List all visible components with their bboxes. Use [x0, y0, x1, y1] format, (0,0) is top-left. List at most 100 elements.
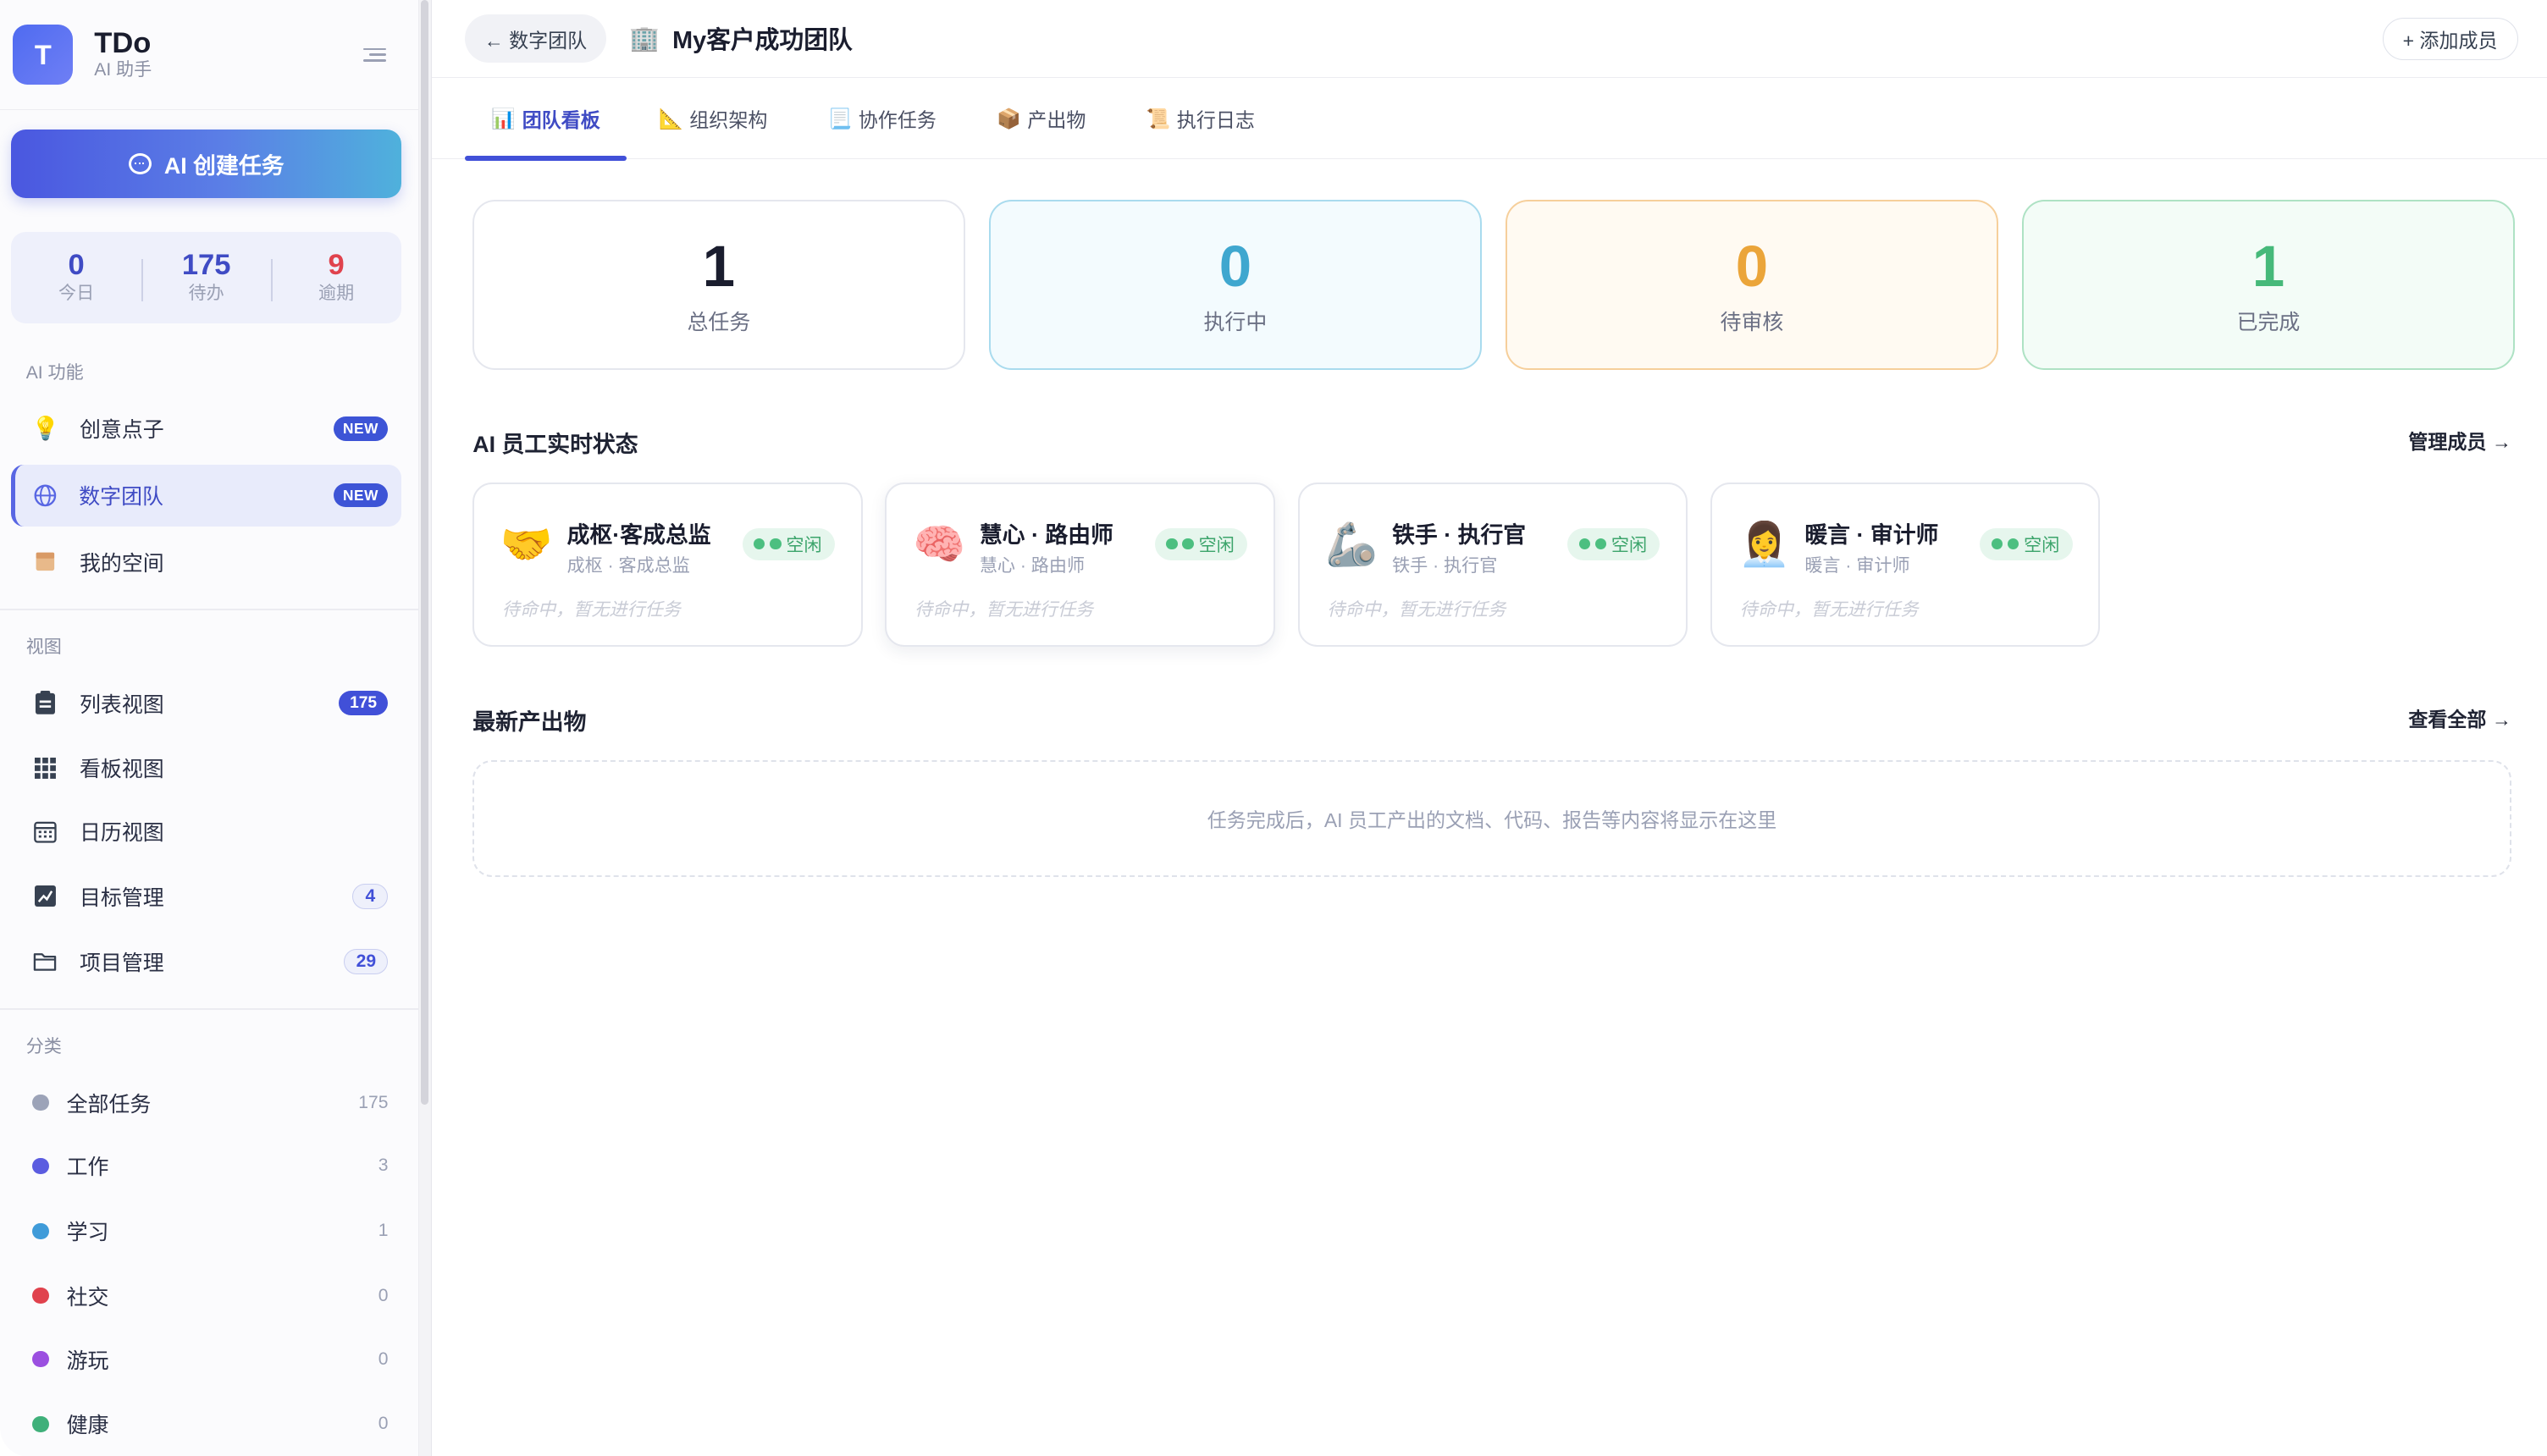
nav-item-label: 列表视图 [79, 692, 164, 717]
nav-item-digital-team[interactable]: 数字团队 NEW [11, 464, 401, 527]
category-count: 1 [378, 1221, 389, 1241]
status-dot [1578, 538, 1590, 550]
app-name: TDo [94, 27, 152, 60]
category-label: 社交 [66, 1285, 109, 1310]
scroll-icon: 📜 [1146, 107, 1171, 130]
divider [0, 1008, 419, 1011]
stat-today-value: 0 [68, 249, 85, 282]
status-dot [1166, 538, 1178, 550]
category-all[interactable]: 全部任务 175 [11, 1073, 401, 1132]
new-badge: NEW [333, 416, 389, 441]
status-dot [770, 538, 782, 550]
lightbulb-icon: 💡 [30, 416, 60, 442]
view-all-link[interactable]: 查看全部 → [2408, 703, 2511, 732]
category-count: 3 [378, 1155, 389, 1176]
collapse-sidebar-icon[interactable] [362, 47, 386, 62]
category-label: 工作 [66, 1155, 109, 1180]
sidebar: T TDo AI 助手 AI 创建任务 0 今日 175 待办 9 逾期 AI … [0, 0, 419, 1456]
status-badge: 空闲 [1154, 527, 1248, 560]
sidebar-scrollbar-track[interactable] [418, 0, 433, 1456]
status-badge: 空闲 [742, 527, 835, 560]
tab-collab-tasks[interactable]: 📃 协作任务 [812, 78, 952, 159]
stat-overdue[interactable]: 9 逾期 [271, 249, 401, 306]
brain-icon: 🧠 [913, 520, 966, 568]
ai-create-task-label: AI 创建任务 [163, 153, 285, 179]
category-count: 0 [378, 1285, 389, 1305]
document-icon: 📃 [827, 107, 853, 130]
tab-label: 协作任务 [858, 109, 936, 132]
agent-name: 成枢·客成总监 [566, 522, 711, 549]
category-label: 全部任务 [66, 1092, 152, 1117]
divider [0, 609, 419, 611]
category-social[interactable]: 社交 0 [11, 1266, 401, 1325]
kpi-pending-review[interactable]: 0 待审核 [1506, 199, 1998, 371]
nav-item-label: 日历视图 [79, 821, 164, 846]
team-name: My客户成功团队 [672, 27, 853, 55]
tab-team-board[interactable]: 📊 团队看板 [464, 78, 627, 161]
clipboard-icon [32, 690, 58, 716]
building-icon: 🏢 [629, 25, 660, 52]
status-label: 空闲 [1611, 535, 1648, 555]
agents-section-title: AI 员工实时状态 [472, 431, 638, 457]
nav-item-my-space[interactable]: 我的空间 [11, 531, 401, 593]
kpi-value: 1 [2251, 233, 2285, 300]
nav-item-board-view[interactable]: 看板视图 [11, 737, 401, 799]
kpi-label: 待审核 [1720, 310, 1784, 334]
count-badge: 175 [338, 690, 389, 716]
category-count: 175 [358, 1092, 389, 1112]
nav-item-calendar-view[interactable]: 日历视图 [11, 801, 401, 863]
agent-idle-text: 待命中，暂无进行任务 [501, 600, 681, 620]
tab-exec-log[interactable]: 📜 执行日志 [1130, 78, 1270, 159]
app-subtitle: AI 助手 [94, 60, 152, 80]
agent-card[interactable]: 🧠 慧心 · 路由师 慧心 · 路由师 空闲 待命中，暂无进行任务 [885, 482, 1275, 647]
agent-card[interactable]: 🦾 铁手 · 执行官 铁手 · 执行官 空闲 待命中，暂无进行任务 [1297, 482, 1688, 647]
nav-item-label: 我的空间 [79, 551, 164, 576]
tab-org-structure[interactable]: 📐 组织架构 [644, 78, 783, 159]
agent-name: 暖言 · 审计师 [1804, 522, 1939, 549]
brand-header: T TDo AI 助手 [0, 0, 418, 111]
nav-item-list-view[interactable]: 列表视图 175 [11, 672, 401, 734]
agent-idle-text: 待命中，暂无进行任务 [1327, 600, 1506, 620]
box-icon [32, 549, 58, 575]
kpi-value: 1 [702, 233, 736, 300]
category-dot [32, 1415, 49, 1432]
kpi-in-progress[interactable]: 0 执行中 [989, 199, 1482, 371]
mechanical-arm-icon: 🦾 [1325, 520, 1378, 568]
category-dot [32, 1094, 49, 1111]
category-study[interactable]: 学习 1 [11, 1202, 401, 1260]
nav-item-ideas[interactable]: 💡 创意点子 NEW [11, 398, 401, 460]
agent-idle-text: 待命中，暂无进行任务 [1739, 600, 1919, 620]
stat-today[interactable]: 0 今日 [11, 249, 141, 306]
stat-pending-label: 待办 [188, 283, 224, 303]
nav-item-projects[interactable]: 项目管理 29 [11, 930, 401, 992]
agent-name: 铁手 · 执行官 [1392, 522, 1527, 549]
agent-name: 慧心 · 路由师 [979, 522, 1113, 549]
sidebar-scrollbar-thumb[interactable] [420, 0, 429, 1105]
add-member-button[interactable]: + 添加成员 [2382, 18, 2518, 60]
stat-pending[interactable]: 175 待办 [141, 249, 271, 306]
agent-card[interactable]: 🤝 成枢·客成总监 成枢 · 客成总监 空闲 待命中，暂无进行任务 [472, 482, 863, 647]
agent-role: 慧心 · 路由师 [979, 556, 1086, 576]
page-title: 🏢 My客户成功团队 [629, 21, 853, 56]
nav-item-label: 项目管理 [79, 951, 164, 975]
nav-item-label: 看板视图 [79, 758, 164, 782]
ruler-icon: 📐 [658, 107, 683, 130]
category-count: 0 [378, 1414, 389, 1434]
tab-outputs[interactable]: 📦 产出物 [981, 78, 1102, 159]
kpi-completed[interactable]: 1 已完成 [2022, 199, 2515, 371]
kpi-total-tasks[interactable]: 1 总任务 [472, 199, 965, 371]
back-button[interactable]: ← 数字团队 [464, 14, 607, 63]
category-dot [32, 1157, 49, 1174]
ai-create-task-button[interactable]: AI 创建任务 [11, 130, 401, 199]
category-leisure[interactable]: 游玩 0 [11, 1330, 401, 1388]
status-label: 空闲 [2024, 535, 2060, 555]
category-work[interactable]: 工作 3 [11, 1137, 401, 1195]
category-health[interactable]: 健康 0 [11, 1395, 401, 1453]
section-label-views: 视图 [25, 637, 62, 658]
calendar-icon [32, 819, 58, 845]
folder-icon [32, 948, 58, 974]
agent-card[interactable]: 👩‍💼 暖言 · 审计师 暖言 · 审计师 空闲 待命中，暂无进行任务 [1710, 482, 2101, 647]
kpi-label: 执行中 [1203, 310, 1268, 334]
manage-members-link[interactable]: 管理成员 → [2408, 426, 2511, 455]
nav-item-goals[interactable]: 目标管理 4 [11, 866, 401, 928]
